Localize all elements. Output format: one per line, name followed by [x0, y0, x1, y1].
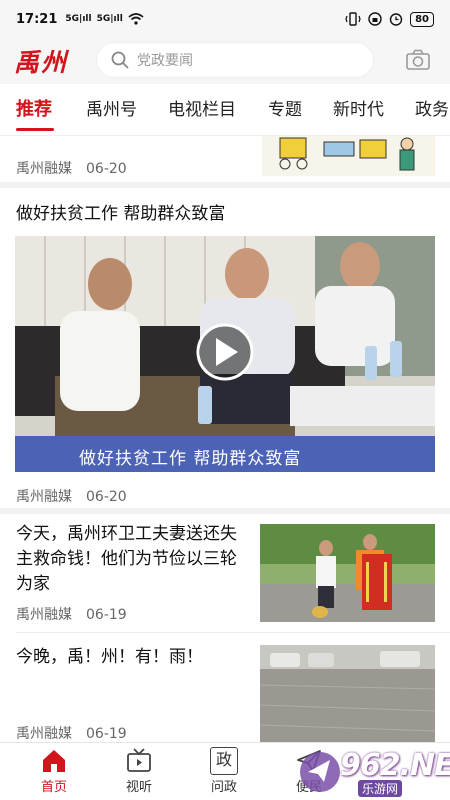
vibrate-icon	[345, 12, 361, 26]
news-item[interactable]: 禹州融媒 06-20	[0, 136, 450, 182]
battery-icon: 80	[410, 11, 434, 27]
news-date: 06-20	[86, 489, 127, 505]
search-bar[interactable]: 党政要闻	[96, 42, 374, 78]
lock-rotation-icon	[368, 12, 382, 26]
news-meta: 禹州融媒 06-20	[16, 486, 127, 506]
nav-media[interactable]: 视听	[104, 747, 174, 795]
tab-government[interactable]: 政务	[415, 84, 449, 136]
news-date: 06-19	[86, 726, 127, 742]
camera-icon[interactable]	[406, 49, 430, 71]
news-item[interactable]: 今天，禹州环卫工夫妻送还失主救命钱！他们为节俭以三轮为家 禹州融媒 06-19	[0, 514, 450, 632]
news-feed: 禹州融媒 06-20 做好扶贫工作 帮助群众致富 做好扶贫工作 帮助群众致富 禹…	[0, 136, 450, 742]
play-icon[interactable]	[198, 325, 252, 379]
news-meta: 禹州融媒 06-19	[16, 604, 127, 624]
status-time: 17:21	[16, 11, 58, 27]
news-title: 今晚，禹！州！有！雨！	[16, 647, 203, 667]
news-date: 06-20	[86, 161, 127, 177]
active-tab-indicator	[16, 128, 54, 131]
news-thumbnail	[262, 136, 435, 176]
watermark-subtext: 乐游网	[358, 780, 403, 797]
tab-new-era[interactable]: 新时代	[333, 84, 384, 136]
tab-yuzhou-hao[interactable]: 禹州号	[86, 84, 137, 136]
news-source: 禹州融媒	[16, 607, 72, 623]
nav-label: 首页	[40, 780, 67, 795]
video-thumbnail[interactable]: 做好扶贫工作 帮助群众致富	[15, 236, 435, 472]
news-meta: 禹州融媒 06-19	[16, 723, 127, 742]
news-item-video[interactable]: 做好扶贫工作 帮助群众致富 做好扶贫工作 帮助群众致富 禹州融媒 06-20	[0, 188, 450, 508]
news-thumbnail	[260, 645, 435, 742]
news-thumbnail	[260, 524, 435, 622]
news-title: 今天，禹州环卫工夫妻送还失主救命钱！他们为节俭以三轮为家	[16, 524, 237, 594]
tv-icon	[127, 748, 151, 772]
wifi-icon	[128, 13, 144, 25]
signal-icon-2: 5G|ıll	[96, 14, 123, 24]
watermark: 962.NET 乐游网	[296, 748, 450, 797]
nav-label: 问政	[210, 780, 237, 795]
news-item[interactable]: 今晚，禹！州！有！雨！ 禹州融媒 06-19	[0, 633, 450, 742]
tab-tv-column[interactable]: 电视栏目	[168, 84, 236, 136]
watermark-text: 962.NET	[340, 748, 450, 783]
status-bar: 17:21 5G|ıll 5G|ıll 80	[0, 0, 450, 38]
video-caption: 做好扶贫工作 帮助群众致富	[79, 449, 302, 469]
news-source: 禹州融媒	[16, 161, 72, 177]
search-icon	[111, 51, 129, 69]
zheng-icon: 政	[210, 747, 238, 775]
app-logo: 禹州	[14, 48, 69, 77]
search-placeholder: 党政要闻	[137, 53, 193, 69]
signal-icon: 5G|ıll	[65, 14, 92, 24]
nav-inquiry[interactable]: 政 问政	[189, 747, 259, 795]
app-screen: 17:21 5G|ıll 5G|ıll 80 禹州 党政要闻 推荐 禹州号 电视…	[0, 0, 450, 800]
tab-special[interactable]: 专题	[268, 84, 302, 136]
home-icon	[43, 750, 65, 772]
news-title: 做好扶贫工作 帮助群众致富	[16, 204, 226, 224]
nav-home[interactable]: 首页	[19, 747, 89, 795]
nav-label: 视听	[125, 780, 152, 795]
watermark-logo-icon	[300, 752, 340, 792]
category-tabs: 推荐 禹州号 电视栏目 专题 新时代 政务	[0, 84, 450, 136]
news-source: 禹州融媒	[16, 726, 72, 742]
alarm-icon	[389, 13, 403, 26]
news-source: 禹州融媒	[16, 489, 72, 505]
app-header: 禹州 党政要闻	[0, 38, 450, 84]
news-meta: 禹州融媒 06-20	[16, 158, 127, 178]
news-date: 06-19	[86, 607, 127, 623]
